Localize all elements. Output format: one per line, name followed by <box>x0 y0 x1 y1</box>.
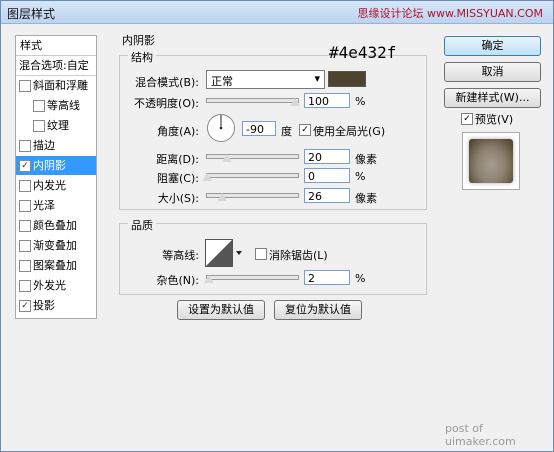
sidebar-item[interactable]: 斜面和浮雕 <box>16 76 96 95</box>
color-annotation: #4e432f <box>329 43 397 62</box>
contour-label: 等高线: <box>162 249 199 262</box>
sidebar-item[interactable]: 纹理 <box>16 116 96 135</box>
sidebar-item[interactable]: 图案叠加 <box>16 256 96 275</box>
sidebar-item[interactable]: 外发光 <box>16 276 96 295</box>
ok-button[interactable]: 确定 <box>444 36 541 56</box>
sidebar-item-label: 光泽 <box>33 199 55 212</box>
choke-unit: % <box>355 170 366 183</box>
reset-default-button[interactable]: 复位为默认值 <box>274 300 362 320</box>
size-label: 大小(S): <box>157 192 199 205</box>
noise-label: 杂色(N): <box>156 274 199 287</box>
size-unit: 像素 <box>355 192 377 205</box>
opacity-slider[interactable] <box>206 98 299 103</box>
preview-checkbox[interactable]: ✓ <box>461 113 473 125</box>
distance-unit: 像素 <box>355 153 377 166</box>
window-title: 图层样式 <box>7 7 56 21</box>
noise-slider[interactable] <box>206 275 299 280</box>
sidebar-item[interactable]: 颜色叠加 <box>16 216 96 235</box>
sidebar-item[interactable]: 光泽 <box>16 196 96 215</box>
sidebar-item-checkbox[interactable]: ✓ <box>19 160 31 172</box>
sidebar-item-checkbox[interactable] <box>19 240 31 252</box>
sidebar-item-label: 等高线 <box>47 99 80 112</box>
sidebar-item-label: 描边 <box>33 139 55 152</box>
angle-label: 角度(A): <box>157 125 199 138</box>
sidebar-item-label: 外发光 <box>33 279 66 292</box>
sidebar-item[interactable]: 描边 <box>16 136 96 155</box>
global-light-checkbox[interactable]: ✓ <box>299 124 311 136</box>
sidebar-item[interactable]: ✓ 内阴影 <box>16 156 96 175</box>
choke-thumb[interactable] <box>202 173 212 181</box>
styles-header[interactable]: 样式 <box>16 36 96 56</box>
antialias-checkbox[interactable] <box>255 248 267 260</box>
opacity-unit: % <box>355 95 366 108</box>
sidebar-item[interactable]: 等高线 <box>16 96 96 115</box>
sidebar-item-label: 颜色叠加 <box>33 219 77 232</box>
sidebar-item-checkbox[interactable] <box>19 80 31 92</box>
shadow-color-swatch[interactable] <box>328 71 366 87</box>
sidebar-item-label: 纹理 <box>47 119 69 132</box>
preview-label: 预览(V) <box>475 113 514 126</box>
blend-mode-select[interactable]: 正常 ▾ <box>206 70 325 89</box>
title-bar[interactable]: 图层样式 思缘设计论坛 www.MISSYUAN.COM <box>1 1 553 24</box>
contour-picker[interactable] <box>205 239 243 267</box>
preview-box <box>462 132 520 190</box>
sidebar-item[interactable]: 内发光 <box>16 176 96 195</box>
sidebar-item-checkbox[interactable] <box>33 100 45 112</box>
style-list: 样式 混合选项:自定 斜面和浮雕 等高线 纹理 描边 ✓ 内阴影 内发光 光泽 颜色叠加 渐变叠加… <box>15 35 97 319</box>
sidebar-item-label: 内阴影 <box>33 159 66 172</box>
new-style-button[interactable]: 新建样式(W)... <box>444 88 541 108</box>
noise-field[interactable]: 2 <box>304 270 350 285</box>
chevron-down-icon: ▾ <box>314 72 320 85</box>
distance-slider[interactable] <box>206 154 299 159</box>
distance-label: 距离(D): <box>156 153 199 166</box>
watermark: 思缘设计论坛 www.MISSYUAN.COM <box>357 7 543 20</box>
sidebar-item[interactable]: ✓ 投影 <box>16 296 96 315</box>
blend-options-item[interactable]: 混合选项:自定 <box>16 56 96 76</box>
sidebar-item-checkbox[interactable] <box>19 180 31 192</box>
footer-credit: post of uimaker.com <box>445 422 516 448</box>
sidebar-item-checkbox[interactable] <box>19 260 31 272</box>
cancel-button[interactable]: 取消 <box>444 62 541 82</box>
quality-title: 品质 <box>128 217 156 233</box>
sidebar-item-checkbox[interactable] <box>19 280 31 292</box>
sidebar-item-label: 图案叠加 <box>33 259 77 272</box>
sidebar-item[interactable]: 渐变叠加 <box>16 236 96 255</box>
sidebar-item-label: 渐变叠加 <box>33 239 77 252</box>
noise-thumb[interactable] <box>204 275 214 283</box>
angle-dial[interactable] <box>206 113 236 143</box>
opacity-label: 不透明度(O): <box>134 97 199 110</box>
structure-title: 结构 <box>128 49 156 65</box>
panel-title: 内阴影 <box>119 32 158 48</box>
sidebar-item-label: 斜面和浮雕 <box>33 79 88 92</box>
sidebar-item-checkbox[interactable] <box>19 220 31 232</box>
size-field[interactable]: 26 <box>304 188 350 203</box>
layer-style-dialog: 图层样式 思缘设计论坛 www.MISSYUAN.COM 样式 混合选项:自定 … <box>0 0 554 452</box>
global-light-label: 使用全局光(G) <box>313 125 386 138</box>
blend-mode-label: 混合模式(B): <box>135 76 199 89</box>
preview-thumbnail <box>469 139 513 183</box>
angle-unit: 度 <box>281 125 292 138</box>
sidebar-item-checkbox[interactable] <box>19 140 31 152</box>
angle-field[interactable]: -90 <box>242 121 276 136</box>
set-default-button[interactable]: 设置为默认值 <box>177 300 265 320</box>
choke-label: 阻塞(C): <box>157 172 199 185</box>
opacity-field[interactable]: 100 <box>304 93 350 108</box>
distance-thumb[interactable] <box>222 154 232 162</box>
opacity-thumb[interactable] <box>290 98 300 106</box>
noise-unit: % <box>355 272 366 285</box>
sidebar-item-label: 内发光 <box>33 179 66 192</box>
choke-field[interactable]: 0 <box>304 168 350 183</box>
sidebar-item-checkbox[interactable] <box>33 120 45 132</box>
sidebar-item-label: 投影 <box>33 299 55 312</box>
sidebar-item-checkbox[interactable]: ✓ <box>19 300 31 312</box>
antialias-label: 消除锯齿(L) <box>269 249 328 262</box>
distance-field[interactable]: 20 <box>304 149 350 164</box>
sidebar-item-checkbox[interactable] <box>19 200 31 212</box>
choke-slider[interactable] <box>206 173 299 178</box>
size-thumb[interactable] <box>217 193 227 201</box>
